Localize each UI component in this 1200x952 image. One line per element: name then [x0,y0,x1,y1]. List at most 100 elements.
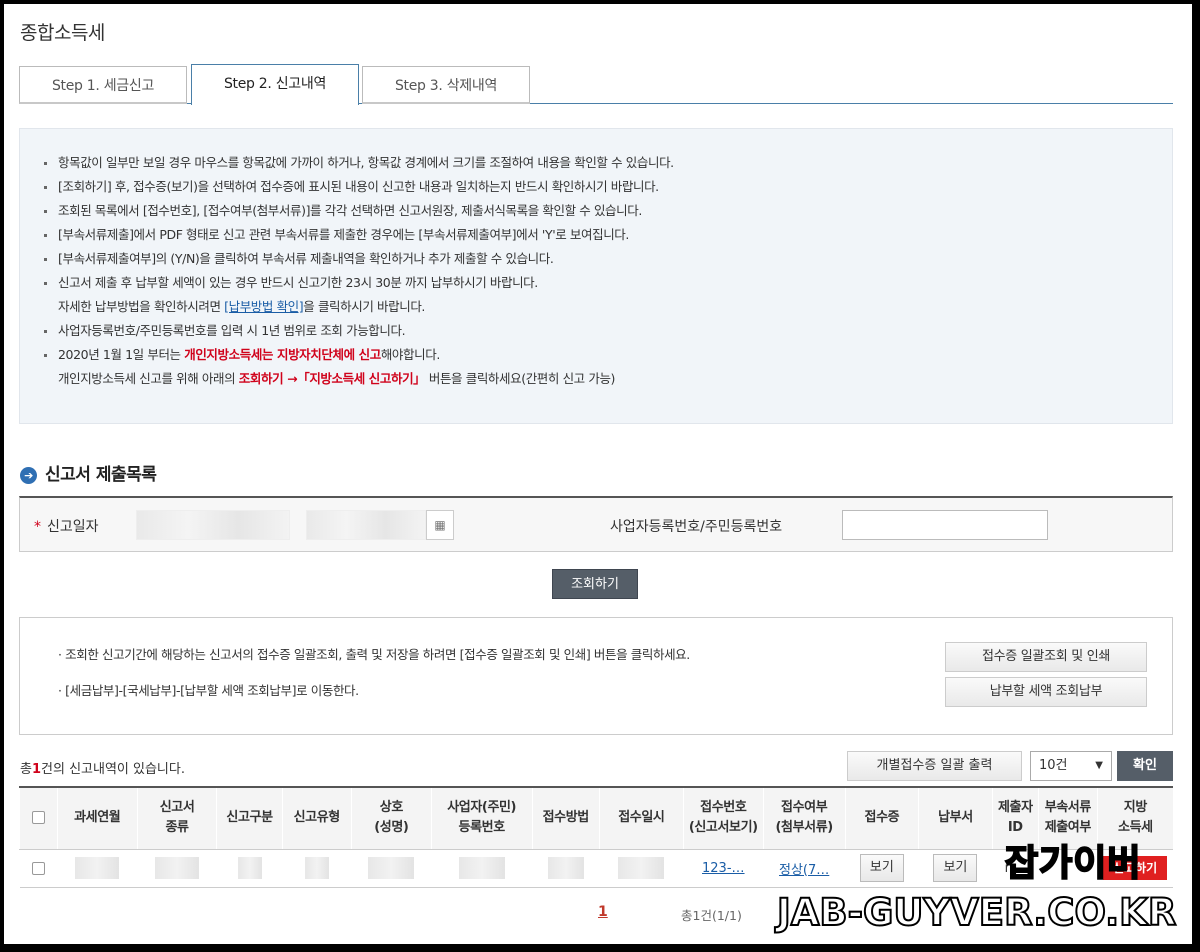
notice-text: 자세한 납부방법을 확인하시려면 [58,299,225,314]
biz-number-input[interactable] [842,510,1048,540]
notice-text: 2020년 1월 1일 부터는 [58,347,185,362]
table-row: 123-… 정상(7… 보기 보기 n… 신고하기 [19,849,1173,888]
confirm-button[interactable]: 확인 [1117,751,1173,781]
watermark-korean: 잡가이버 [1004,842,1142,885]
column-header: 접수방법 [531,786,600,850]
column-header: 접수여부 (첨부서류) [762,786,846,850]
required-icon: * [34,519,41,535]
redacted-value [304,857,329,879]
notice-line2: 개인지방소득세 신고를 위해 아래의 조회하기 →「지방소득세 신고하기」 버튼… [58,367,1142,391]
step-tabs: Step 1. 세금신고 Step 2. 신고내역 Step 3. 삭제내역 [19,64,1173,105]
status-link[interactable]: 정상(7… [779,863,829,878]
redacted-cell [57,849,138,888]
receipt-cell: 보기 [845,849,919,888]
redacted-cell [282,849,352,888]
tax-payment-button[interactable]: 납부할 세액 조회납부 [945,677,1147,707]
column-header: 접수번호 (신고서보기) [682,786,764,850]
status-cell: 정상(7… [763,849,846,888]
count-text: 건의 신고내역이 있습니다. [41,762,185,777]
redacted-cell [137,849,217,888]
column-header: 신고구분 [216,786,283,850]
notice-text: 을 클릭하시기 바랍니다. [303,299,425,314]
biz-number-label: 사업자등록번호/주민등록번호 [610,519,783,535]
redacted-value [155,857,200,879]
date-label-text: 신고일자 [47,519,99,535]
pagination-current-page[interactable]: 1 [598,904,608,920]
notice-item: [부속서류제출여부]의 (Y/N)을 클릭하여 부속서류 제출내역을 확인하거나… [42,247,1142,271]
search-form: * 신고일자 ▦ 사업자등록번호/주민등록번호 [19,496,1173,552]
pagination-total: 총1건(1/1) [681,908,742,923]
count-number: 1 [31,762,42,777]
column-header: 납부서 [918,786,993,850]
column-header: 접수증 [844,786,919,850]
app-frame: 종합소득세 Step 1. 세금신고 Step 2. 신고내역 Step 3. … [4,4,1192,944]
column-header: 신고유형 [281,786,352,850]
watermark-domain: JAB-GUYVER.CO.KR [776,890,1177,935]
receipt-number-cell: 123-… [683,849,764,888]
redacted-cell [431,849,533,888]
redacted-value [237,857,262,879]
arrow-circle-icon: ➔ [20,467,37,484]
page-title: 종합소득세 [20,22,105,44]
notice-item: [부속서류제출]에서 PDF 형태로 신고 관련 부속서류를 제출한 경우에는 … [42,223,1142,247]
start-date-input[interactable] [136,510,290,540]
notice-item: 조회된 목록에서 [접수번호], [접수여부(첨부서류)]를 각각 선택하면 신… [42,199,1142,223]
column-header: 과세연월 [56,786,138,850]
chevron-down-icon: ▼ [1095,760,1103,771]
select-all-header [19,786,58,850]
query-button[interactable]: 조회하기 [552,569,638,599]
count-text: 총 [20,762,32,777]
notice-item: 사업자등록번호/주민등록번호를 입력 시 1년 범위로 조회 가능합니다. [42,319,1142,343]
redacted-value [547,857,584,879]
redacted-value [368,857,415,879]
column-header: 상호 (성명) [350,786,432,850]
notice-line2: 자세한 납부방법을 확인하시려면 [납부방법 확인]을 클릭하시기 바랍니다. [58,295,1142,319]
payment-method-link[interactable]: [납부방법 확인] [224,299,304,314]
payment-cell: 보기 [918,849,993,888]
tab-step1[interactable]: Step 1. 세금신고 [19,66,187,104]
result-count: 총1건의 신고내역이 있습니다. [20,758,185,777]
info-box: · 조회한 신고기간에 해당하는 신고서의 접수증 일괄조회, 출력 및 저장을… [19,617,1173,735]
notice-item-payment: 신고서 제출 후 납부할 세액이 있는 경우 반드시 신고기한 23시 30분 … [42,271,1142,319]
notice-box: 항목값이 일부만 보일 경우 마우스를 항목값에 가까이 하거나, 항목값 경계… [19,128,1173,424]
select-all-checkbox[interactable] [31,811,45,825]
notice-item: 항목값이 일부만 보일 경우 마우스를 항목값에 가까이 하거나, 항목값 경계… [42,151,1142,175]
page-size-select[interactable]: 10건 ▼ [1030,751,1112,781]
redacted-value [458,857,505,879]
tab-step3[interactable]: Step 3. 삭제내역 [362,66,530,104]
redacted-cell [599,849,684,888]
section-title: ➔ 신고서 제출목록 [20,460,157,485]
page-size-value: 10건 [1039,758,1068,773]
report-table: 과세연월 신고서 종류 신고구분 신고유형 상호 (성명) 사업자(주민) 등록… [19,786,1173,888]
receipt-view-button[interactable]: 보기 [859,854,904,882]
info-text: · [세금납부]-[국세납부]-[납부할 세액 조회납부]로 이동한다. [58,683,359,698]
notice-emphasis: 개인지방소득세는 지방자치단체에 신고 [184,347,381,362]
row-select-cell [19,849,58,888]
individual-receipt-print-button[interactable]: 개별접수증 일괄 출력 [847,751,1022,781]
table-header-row: 과세연월 신고서 종류 신고구분 신고유형 상호 (성명) 사업자(주민) 등록… [19,786,1173,850]
row-checkbox[interactable] [31,861,45,875]
notice-item: [조회하기] 후, 접수증(보기)을 선택하여 접수증에 표시된 내용이 신고한… [42,175,1142,199]
redacted-cell [532,849,600,888]
redacted-value [618,857,665,879]
notice-emphasis: 조회하기 →「지방소득세 신고하기」 [238,371,426,386]
calendar-icon[interactable]: ▦ [426,510,454,540]
batch-receipt-print-button[interactable]: 접수증 일괄조회 및 인쇄 [945,642,1147,672]
notice-text: 신고서 제출 후 납부할 세액이 있는 경우 반드시 신고기한 23시 30분 … [58,275,538,290]
end-date-input[interactable] [306,510,426,540]
receipt-number-link[interactable]: 123-… [702,861,745,876]
notice-text: 개인지방소득세 신고를 위해 아래의 [58,371,239,386]
info-text: · 조회한 신고기간에 해당하는 신고서의 접수증 일괄조회, 출력 및 저장을… [58,647,690,662]
tab-step2-active[interactable]: Step 2. 신고내역 [191,64,359,105]
payment-view-button[interactable]: 보기 [933,854,978,882]
column-header: 신고서 종류 [136,786,217,850]
redacted-cell [351,849,432,888]
redacted-value [75,857,120,879]
notice-text: 해야합니다. [380,347,440,362]
notice-list: 항목값이 일부만 보일 경우 마우스를 항목값에 가까이 하거나, 항목값 경계… [42,151,1142,391]
notice-item-local-tax: 2020년 1월 1일 부터는 개인지방소득세는 지방자치단체에 신고해야합니다… [42,343,1142,391]
date-label: * 신고일자 [34,516,99,536]
section-title-text: 신고서 제출목록 [45,465,157,485]
notice-text: 버튼을 클릭하세요(간편히 신고 가능) [425,371,616,386]
column-header: 접수일시 [598,786,684,850]
